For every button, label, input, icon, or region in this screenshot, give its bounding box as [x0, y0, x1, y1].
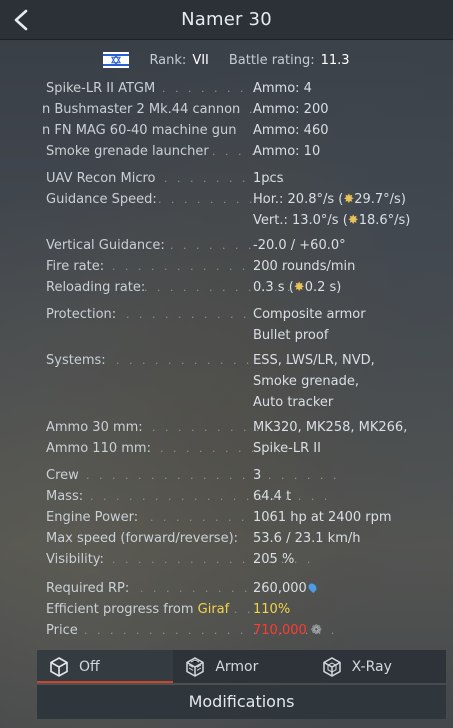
max-speed-row: Max speed (forward/reverse): 53.6 / 23.1…	[46, 531, 361, 546]
silver-lions-icon: ❁	[310, 623, 322, 638]
price-row: Price . . . . . . . . . . . . . . . . . …	[46, 623, 338, 638]
tab-off[interactable]: Off	[37, 650, 174, 683]
vertical-guidance-row: Vertical Guidance: . . . . . . . . . -20…	[46, 238, 346, 253]
cube-icon	[50, 656, 68, 677]
engine-power-row: Engine Power: . . . . . . . . . . . 1061…	[46, 510, 392, 525]
tab-xray[interactable]: X-Ray	[310, 650, 446, 683]
weapon-name: n Bushmaster 2 Mk.44 cannon	[42, 102, 241, 117]
talisman-icon: ✸	[293, 280, 305, 295]
reloading-rate-row: Reloading rate: . . . . . . . . . . . . …	[46, 280, 342, 295]
guidance-speed-row-2: Vert.: 13.0°/s (✸18.6°/s)	[253, 213, 411, 228]
ammo-30-row: Ammo 30 mm: . . . . . . . . . . MK320, M…	[46, 420, 408, 435]
systems-row: Systems: . . . . . . . . . . . . . . ESS…	[46, 353, 375, 368]
protection-row-2: Bullet proof	[253, 328, 329, 343]
fire-rate-row: Fire rate: . . . . . . . . . . . . . . .…	[46, 259, 356, 274]
crew-row: Crew . . . . . . . . . . . . . . . . . .…	[46, 468, 340, 483]
weapon-row: Spike-LR II ATGM . . . . . . . . Ammo: 4	[46, 78, 446, 99]
efficient-progress-row: Efficient progress from Giraf . . 110%	[46, 602, 291, 617]
modifications-button[interactable]: Modifications	[37, 685, 446, 719]
vehicle-info-panel: Namer 30 Rank: VII Battle rating: 11.3 S…	[0, 0, 453, 728]
weapon-name: n FN MAG 60-40 machine gun	[42, 123, 237, 138]
visibility-row: Visibility: . . . . . . . . . . . . . . …	[46, 552, 314, 567]
guidance-speed-row: Guidance Speed: . . . . . . . . . . Hor.…	[46, 192, 406, 207]
xray-cube-icon	[322, 656, 341, 677]
required-rp-row: Required RP: . . . . . . . . . . . . 260…	[46, 578, 446, 599]
systems-row-2: Smoke grenade,	[253, 374, 359, 389]
mass-row: Mass: . . . . . . . . . . . . . . . . . …	[46, 489, 331, 504]
armor-cube-icon	[186, 656, 205, 677]
weapon-ammo: Ammo: 10	[253, 144, 321, 159]
protection-row: Protection: . . . . . . . . . . . . . Co…	[46, 307, 366, 322]
rank-label: Rank:	[149, 52, 187, 68]
israel-flag-icon	[103, 52, 130, 68]
page-title: Namer 30	[181, 9, 272, 30]
weapon-ammo: Ammo: 4	[253, 81, 312, 96]
weapon-row: Smoke grenade launcher . . . . Ammo: 10	[46, 141, 446, 162]
battle-rating-label: Battle rating:	[228, 52, 315, 68]
ammo-110-row: Ammo 110 mm: . . . . . . . . . Spike-LR …	[46, 441, 321, 456]
uav-row: UAV Recon Micro . . . . . . . . . . 1pcs	[46, 171, 288, 186]
weapon-row: n Bushmaster 2 Mk.44 cannon . . Ammo: 20…	[42, 99, 446, 120]
tab-armor[interactable]: Armor	[173, 650, 309, 683]
view-mode-tabs: Off Armor X-Ray	[37, 650, 446, 683]
talisman-icon: ✸	[343, 192, 355, 207]
rank-row: Rank: VII Battle rating: 11.3	[0, 50, 453, 70]
battle-rating-value: 11.3	[320, 52, 350, 68]
weapon-ammo: Ammo: 200	[253, 102, 329, 117]
spec-list: Spike-LR II ATGM . . . . . . . . Ammo: 4…	[42, 78, 446, 641]
talisman-icon: ✸	[347, 213, 359, 228]
title-bar: Namer 30	[0, 0, 453, 40]
systems-row-3: Auto tracker	[253, 395, 334, 410]
rank-value: VII	[192, 52, 209, 68]
weapon-row: n FN MAG 60-40 machine gun Ammo: 460	[42, 120, 446, 141]
research-point-icon	[306, 581, 318, 594]
weapon-ammo: Ammo: 460	[253, 123, 329, 138]
